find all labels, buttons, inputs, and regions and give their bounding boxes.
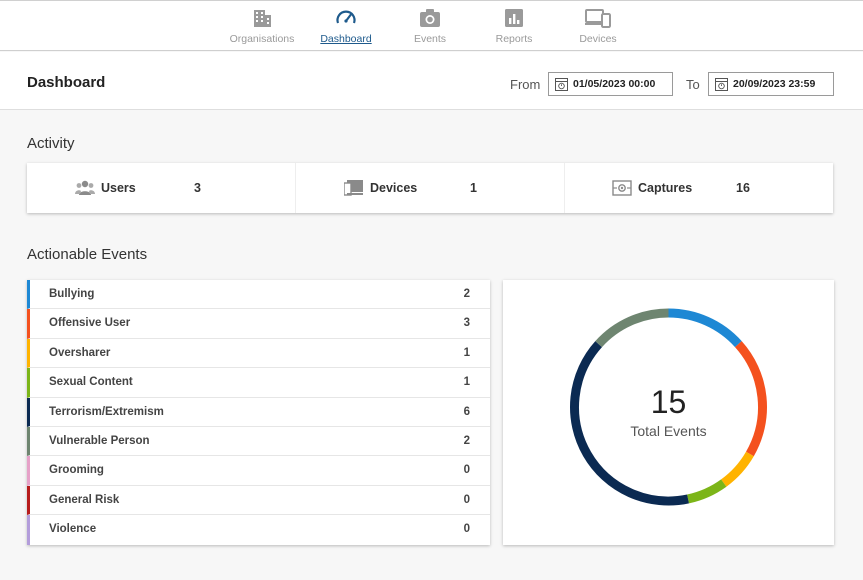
event-row[interactable]: Oversharer 1: [27, 338, 490, 369]
event-count: 0: [463, 523, 470, 536]
users-icon: [75, 180, 95, 195]
event-row[interactable]: Bullying 2: [27, 280, 490, 310]
camera-icon: [420, 9, 440, 27]
page-title: Dashboard: [27, 74, 106, 91]
event-row[interactable]: General Risk 0: [27, 485, 490, 516]
event-count: 2: [463, 288, 470, 300]
nav-dashboard[interactable]: Dashboard: [306, 7, 386, 45]
activity-devices: Devices 1: [296, 163, 565, 213]
from-date-field[interactable]: 01/05/2023 00:00: [548, 72, 673, 96]
event-label: General Risk: [49, 493, 120, 506]
events-list: Bullying 2 Offensive User 3 Oversharer 1 Sexua…: [27, 280, 490, 545]
top-navigation: Organisations Dashboard Events Reports D…: [0, 0, 863, 51]
from-date-value: 01/05/2023 00:00: [573, 78, 656, 90]
nav-events[interactable]: Events: [390, 7, 470, 45]
activity-label: Users: [101, 181, 136, 195]
event-label: Offensive User: [49, 317, 131, 330]
activity-captures: Captures 16: [565, 163, 833, 213]
event-count: 3: [463, 317, 470, 330]
event-row[interactable]: Sexual Content 1: [27, 368, 490, 398]
event-label: Violence: [49, 523, 97, 536]
activity-label: Captures: [638, 181, 693, 195]
event-row[interactable]: Terrorism/Extremism 6: [27, 397, 490, 427]
event-label: Sexual Content: [49, 376, 133, 389]
nav-label: Reports: [495, 33, 533, 45]
event-row[interactable]: Vulnerable Person 2: [27, 426, 490, 457]
capture-icon: [612, 180, 632, 196]
total-events-label: Total Events: [630, 423, 707, 439]
event-count: 0: [463, 493, 470, 506]
page-header: Dashboard From 01/05/2023 00:00 To 20/09…: [0, 52, 863, 110]
donut-segment: [686, 479, 727, 504]
devices-icon: [344, 180, 363, 196]
event-label: Terrorism/Extremism: [49, 405, 164, 418]
activity-card: Users 3 Devices 1 Captures 16: [27, 163, 833, 213]
nav-label: Devices: [579, 33, 617, 45]
nav-label: Organisations: [229, 33, 295, 45]
activity-value: 3: [194, 181, 201, 195]
nav-organisations[interactable]: Organisations: [222, 7, 302, 45]
donut-segment: [595, 308, 669, 348]
donut-card: 15 Total Events: [503, 280, 834, 545]
event-count: 2: [463, 434, 470, 447]
building-icon: [254, 10, 271, 27]
event-row[interactable]: Grooming 0: [27, 456, 490, 486]
event-count: 0: [463, 464, 470, 477]
activity-title: Activity: [27, 135, 75, 152]
event-count: 6: [463, 405, 470, 418]
to-date-value: 20/09/2023 23:59: [733, 78, 816, 90]
calendar-icon: [715, 78, 728, 91]
nav-label: Events: [413, 33, 447, 45]
event-label: Oversharer: [49, 346, 111, 359]
activity-value: 1: [470, 181, 477, 195]
donut-segment: [668, 308, 742, 348]
calendar-icon: [555, 78, 568, 91]
event-label: Grooming: [49, 464, 104, 477]
event-label: Vulnerable Person: [49, 434, 150, 447]
devices-icon: [585, 9, 611, 28]
speedometer-icon: [336, 10, 356, 24]
event-row[interactable]: Violence 0: [27, 515, 490, 545]
events-title: Actionable Events: [27, 246, 148, 263]
total-events-count: 15: [650, 384, 687, 420]
activity-value: 16: [736, 181, 750, 195]
activity-users: Users 3: [27, 163, 296, 213]
to-date-field[interactable]: 20/09/2023 23:59: [708, 72, 834, 96]
activity-label: Devices: [370, 181, 418, 195]
event-row[interactable]: Offensive User 3: [27, 309, 490, 339]
donut-segment: [720, 451, 754, 487]
event-count: 1: [463, 346, 470, 359]
event-count: 1: [463, 376, 470, 389]
event-label: Bullying: [49, 288, 95, 300]
to-label: To: [686, 77, 700, 92]
nav-reports[interactable]: Reports: [474, 7, 554, 45]
nav-devices[interactable]: Devices: [558, 7, 638, 45]
from-label: From: [510, 77, 541, 92]
nav-label: Dashboard: [320, 33, 372, 45]
bar-chart-icon: [505, 9, 523, 27]
